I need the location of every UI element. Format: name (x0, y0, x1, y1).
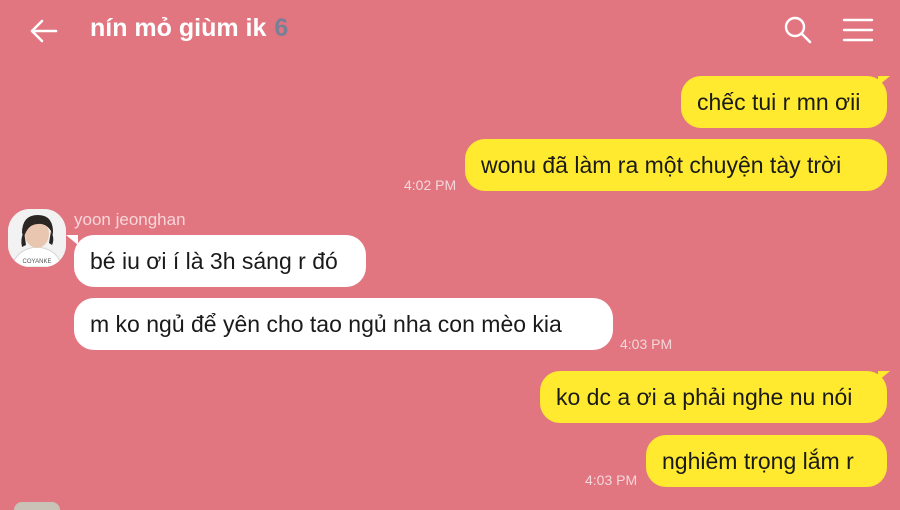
sender-name: yoon jeonghan (74, 210, 186, 229)
message-timestamp: 4:03 PM (585, 472, 638, 488)
search-button[interactable] (780, 12, 816, 48)
message-text: wonu đã làm ra một chuyện tày trời (481, 152, 842, 178)
member-count: 6 (274, 14, 289, 42)
message-bubble-theirs[interactable]: bé iu ơi í là 3h sáng r đó (74, 235, 366, 287)
chat-header: nín mỏ giùm ik 6 (0, 0, 900, 62)
avatar[interactable]: COYANKE (8, 209, 66, 267)
avatar-image: COYANKE (8, 209, 66, 267)
chat-title: nín mỏ giùm ik 6 (90, 14, 288, 43)
back-button[interactable] (24, 12, 62, 50)
message-bubble-mine[interactable]: nghiêm trọng lắm r (646, 435, 887, 487)
message-text: nghiêm trọng lắm r (662, 448, 854, 474)
message-timestamp: 4:03 PM (620, 336, 673, 352)
message-timestamp: 4:02 PM (404, 177, 457, 193)
chat-title-text: nín mỏ giùm ik (90, 14, 267, 42)
message-bubble-theirs[interactable]: m ko ngủ để yên cho tao ngủ nha con mèo … (74, 298, 613, 350)
message-text: ko dc a ơi a phải nghe nu nói (556, 384, 853, 410)
avatar-partial (14, 502, 60, 510)
message-bubble-mine[interactable]: ko dc a ơi a phải nghe nu nói (540, 371, 887, 423)
hamburger-menu-icon (842, 18, 874, 42)
search-icon (784, 16, 812, 44)
message-text: chếc tui r mn ơii (697, 89, 861, 115)
svg-text:COYANKE: COYANKE (23, 259, 52, 265)
message-text: bé iu ơi í là 3h sáng r đó (90, 248, 338, 274)
bubble-tail (878, 76, 890, 86)
message-bubble-mine[interactable]: wonu đã làm ra một chuyện tày trời (465, 139, 887, 191)
bubble-tail (878, 371, 890, 381)
arrow-left-icon (30, 19, 58, 43)
message-bubble-mine[interactable]: chếc tui r mn ơii (681, 76, 887, 128)
menu-button[interactable] (838, 12, 878, 48)
message-text: m ko ngủ để yên cho tao ngủ nha con mèo … (90, 311, 562, 337)
